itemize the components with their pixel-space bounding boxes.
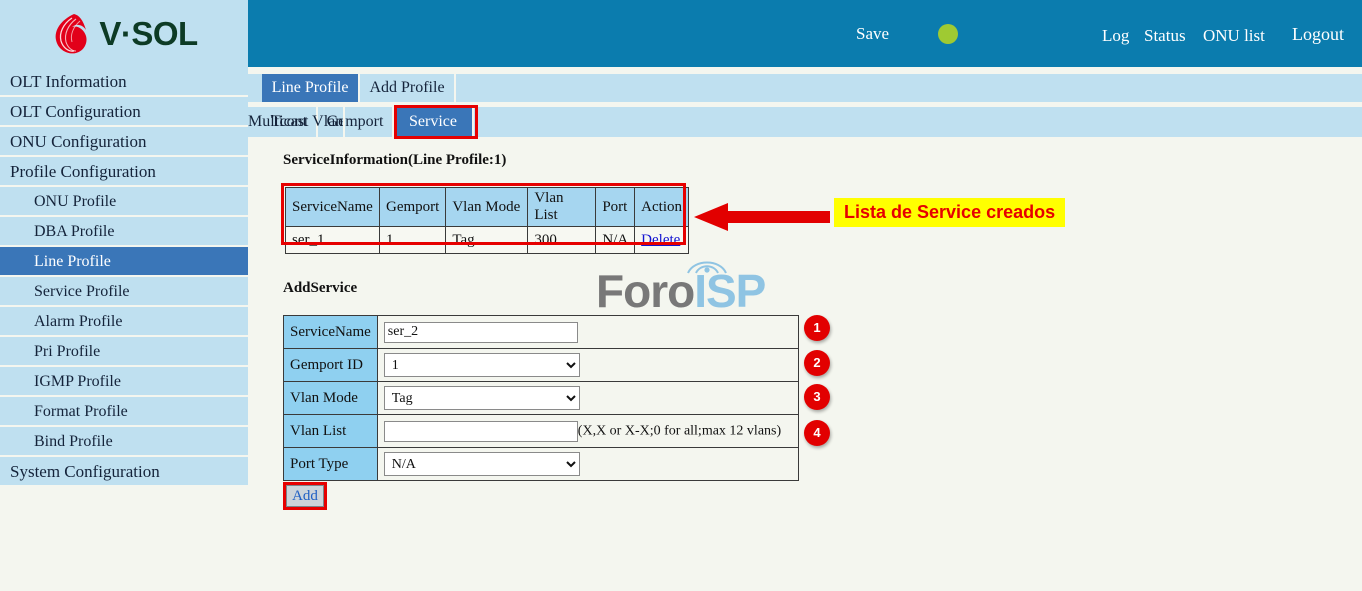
- sidebar-item-olt-information[interactable]: OLT Information: [0, 67, 248, 97]
- brand-logo-area: V·SOL: [0, 0, 248, 67]
- service-information-title: ServiceInformation(Line Profile:1): [283, 152, 506, 169]
- form-row-service-name: ServiceName: [284, 316, 799, 349]
- save-button[interactable]: Save: [856, 24, 889, 44]
- port-type-select[interactable]: N/A: [384, 452, 580, 476]
- add-service-form: ServiceName Gemport ID 1 Vlan Mode Tag: [283, 315, 799, 481]
- service-name-input[interactable]: [384, 322, 578, 343]
- annotation-arrow-icon: [694, 200, 830, 234]
- header-link-onu-list[interactable]: ONU list: [1203, 26, 1265, 46]
- column-header-port: Port: [596, 188, 635, 227]
- tab-line-profile[interactable]: Line Profile: [262, 74, 360, 102]
- left-column: V·SOL OLT Information OLT Configuration …: [0, 0, 248, 591]
- table-header-row: ServiceName Gemport Vlan Mode Vlan List …: [286, 188, 689, 227]
- olt-management-page: V·SOL OLT Information OLT Configuration …: [0, 0, 1362, 591]
- gemport-id-select[interactable]: 1: [384, 353, 580, 377]
- delete-link[interactable]: Delete: [641, 232, 680, 248]
- sidebar-item-onu-configuration[interactable]: ONU Configuration: [0, 127, 248, 157]
- brand-name: V·SOL: [99, 15, 197, 53]
- vlan-mode-select[interactable]: Tag: [384, 386, 580, 410]
- annotation-badge-3: 3: [804, 384, 830, 410]
- vlan-list-hint: (X,X or X-X;0 for all;max 12 vlans): [578, 423, 781, 438]
- primary-tab-bar: Line Profile Add Profile: [248, 74, 1362, 102]
- column-header-servicename: ServiceName: [286, 188, 380, 227]
- column-header-vlan-list: Vlan List: [528, 188, 596, 227]
- sidebar-item-dba-profile[interactable]: DBA Profile: [0, 217, 248, 247]
- tab-add-profile[interactable]: Add Profile: [360, 74, 456, 102]
- cell-vlan-list: 300: [528, 227, 596, 254]
- column-header-action: Action: [635, 188, 689, 227]
- header-link-status[interactable]: Status: [1144, 26, 1186, 46]
- annotation-badge-4: 4: [804, 420, 830, 446]
- status-indicator-dot: [938, 24, 958, 44]
- annotation-badge-2: 2: [804, 350, 830, 376]
- cell-vlan-mode: Tag: [446, 227, 528, 254]
- add-button[interactable]: Add: [286, 485, 324, 507]
- sidebar-item-olt-configuration[interactable]: OLT Configuration: [0, 97, 248, 127]
- logout-button[interactable]: Logout: [1292, 24, 1344, 45]
- vsol-swirl-logo-icon: [50, 12, 92, 56]
- label-vlan-mode: Vlan Mode: [284, 382, 378, 415]
- label-gemport-id: Gemport ID: [284, 349, 378, 382]
- cell-gemport: 1: [380, 227, 446, 254]
- sidebar-item-format-profile[interactable]: Format Profile: [0, 397, 248, 427]
- tab-multicast-vlan[interactable]: Multicast Vlan: [248, 107, 345, 137]
- sidebar-item-pri-profile[interactable]: Pri Profile: [0, 337, 248, 367]
- sidebar-item-system-configuration[interactable]: System Configuration: [0, 457, 248, 487]
- label-service-name: ServiceName: [284, 316, 378, 349]
- sidebar-nav: OLT Information OLT Configuration ONU Co…: [0, 67, 248, 487]
- annotation-callout-label: Lista de Service creados: [834, 198, 1065, 227]
- sidebar-item-igmp-profile[interactable]: IGMP Profile: [0, 367, 248, 397]
- vlan-list-input[interactable]: [384, 421, 578, 442]
- cell-port: N/A: [596, 227, 635, 254]
- form-row-port-type: Port Type N/A: [284, 448, 799, 481]
- add-service-title: AddService: [283, 280, 357, 297]
- label-vlan-list: Vlan List: [284, 415, 378, 448]
- cell-servicename: ser_1: [286, 227, 380, 254]
- column-header-gemport: Gemport: [380, 188, 446, 227]
- sidebar-item-profile-configuration[interactable]: Profile Configuration: [0, 157, 248, 187]
- sidebar-item-service-profile[interactable]: Service Profile: [0, 277, 248, 307]
- service-information-table: ServiceName Gemport Vlan Mode Vlan List …: [285, 187, 689, 254]
- form-row-vlan-mode: Vlan Mode Tag: [284, 382, 799, 415]
- tab-service[interactable]: Service: [394, 107, 474, 137]
- form-row-vlan-list: Vlan List (X,X or X-X;0 for all;max 12 v…: [284, 415, 799, 448]
- header-link-log[interactable]: Log: [1102, 26, 1129, 46]
- secondary-tab-bar: Tcont Gemport Service Multicast Vlan: [248, 107, 1362, 137]
- sidebar-item-line-profile[interactable]: Line Profile: [0, 247, 248, 277]
- table-row: ser_1 1 Tag 300 N/A Delete: [286, 227, 689, 254]
- column-header-vlan-mode: Vlan Mode: [446, 188, 528, 227]
- top-header-bar: Save Log Status ONU list Logout: [248, 0, 1362, 67]
- sidebar-item-onu-profile[interactable]: ONU Profile: [0, 187, 248, 217]
- sidebar-item-bind-profile[interactable]: Bind Profile: [0, 427, 248, 457]
- form-row-gemport-id: Gemport ID 1: [284, 349, 799, 382]
- annotation-badge-1: 1: [804, 315, 830, 341]
- label-port-type: Port Type: [284, 448, 378, 481]
- sidebar-item-alarm-profile[interactable]: Alarm Profile: [0, 307, 248, 337]
